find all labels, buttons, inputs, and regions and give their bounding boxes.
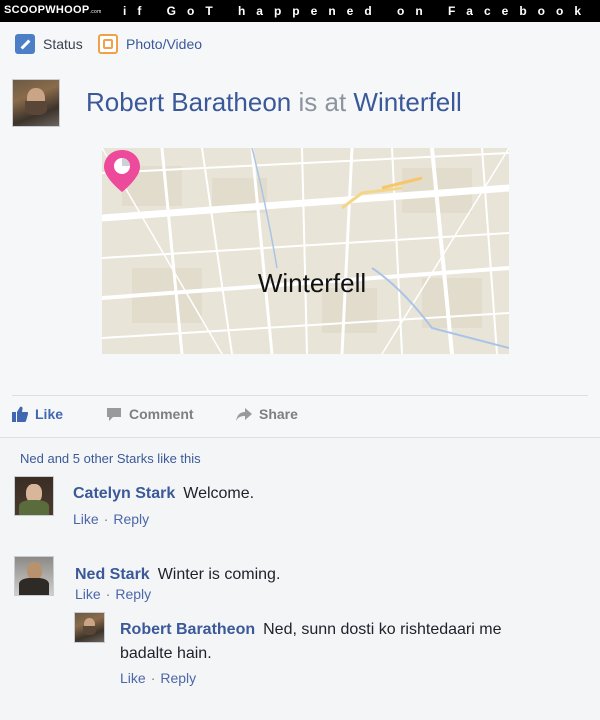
banner-headline: if GoT happened on Facebook — [122, 4, 592, 18]
photo-video-tab[interactable]: Photo/Video — [98, 34, 202, 54]
like-label: Like — [35, 406, 64, 422]
map-streets — [102, 148, 509, 354]
comment-label: Comment — [129, 406, 194, 422]
comment-reply-link[interactable]: Reply — [113, 511, 149, 527]
likes-summary-link[interactable]: Ned and 5 other Starks like this — [20, 451, 201, 466]
comment-text: Winter is coming. — [157, 566, 281, 583]
reply-reply-link[interactable]: Reply — [160, 670, 196, 686]
comment-like-link[interactable]: Like — [73, 511, 99, 527]
reply-like-link[interactable]: Like — [120, 670, 146, 686]
separator-dot: · — [150, 670, 156, 686]
pencil-icon — [15, 34, 35, 54]
comment-reply-link[interactable]: Reply — [115, 586, 151, 602]
share-button[interactable]: Share — [236, 406, 298, 422]
reply-author-link[interactable]: Robert Baratheon — [120, 621, 255, 638]
comment-avatar[interactable] — [14, 476, 54, 516]
comment-author-link[interactable]: Catelyn Stark — [73, 485, 175, 502]
top-banner: SCOOPWHOOP.com if GoT happened on Facebo… — [0, 0, 600, 22]
status-tab-label: Status — [43, 36, 83, 52]
post-connector: is at — [298, 87, 347, 117]
reply-avatar[interactable] — [74, 612, 105, 643]
photo-tab-label: Photo/Video — [126, 36, 203, 52]
post-title: Robert Baratheon is at Winterfell — [86, 87, 462, 118]
comment-item: Ned Stark Winter is coming. Like · Reply — [75, 564, 575, 602]
comment-text: Welcome. — [183, 485, 255, 502]
post-author-avatar[interactable] — [12, 79, 60, 127]
location-map[interactable]: Winterfell — [102, 148, 509, 354]
brand-suffix: .com — [89, 9, 102, 15]
share-label: Share — [259, 406, 298, 422]
post-place-link[interactable]: Winterfell — [353, 87, 461, 117]
comment-author-link[interactable]: Ned Stark — [75, 566, 150, 583]
brand-name: SCOOPWHOOP — [4, 4, 90, 16]
post-card: Status Photo/Video Robert Baratheon is a… — [0, 22, 600, 438]
comment-avatar[interactable] — [14, 556, 54, 596]
reply-item: Robert Baratheon Ned, sunn dosti ko risht… — [120, 618, 540, 686]
map-place-label: Winterfell — [257, 268, 367, 298]
action-divider — [12, 395, 588, 396]
separator-dot: · — [105, 586, 111, 602]
photo-icon — [98, 34, 118, 54]
location-pin-icon — [104, 150, 140, 192]
post-author-link[interactable]: Robert Baratheon — [86, 87, 291, 117]
share-arrow-icon — [236, 408, 252, 421]
separator-dot: · — [103, 511, 109, 527]
comment-item: Catelyn Stark Welcome. Like · Reply — [73, 483, 573, 527]
comment-icon — [107, 408, 121, 421]
brand-logo: SCOOPWHOOP.com — [4, 4, 102, 16]
status-tab[interactable]: Status — [15, 34, 83, 54]
thumbs-up-icon — [12, 406, 28, 422]
comment-like-link[interactable]: Like — [75, 586, 101, 602]
like-button[interactable]: Like — [12, 406, 63, 422]
comment-button[interactable]: Comment — [106, 406, 194, 422]
